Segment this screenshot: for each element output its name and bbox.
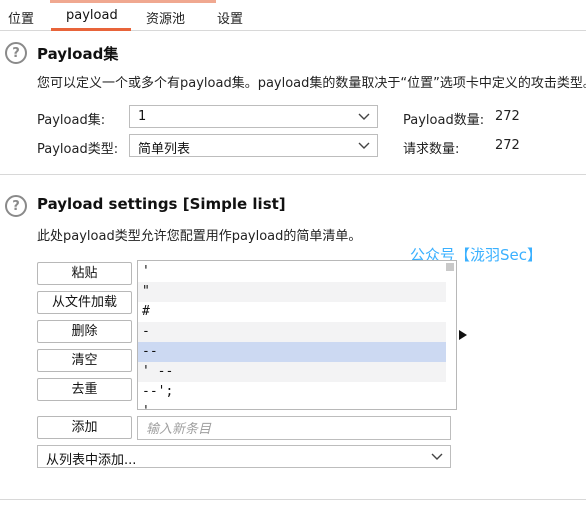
add-from-list-value: 从列表中添加... (46, 453, 137, 468)
arrow-right-icon[interactable] (459, 330, 467, 340)
chevron-down-icon (358, 113, 370, 120)
tab-positions[interactable]: 位置 (8, 8, 34, 27)
list-item[interactable]: ' (138, 402, 446, 409)
section-divider (0, 174, 586, 175)
load-from-file-button[interactable]: 从文件加载 (37, 291, 132, 314)
deduplicate-button[interactable]: 去重 (37, 378, 132, 401)
payload-set-value: 1 (138, 109, 147, 124)
list-item[interactable]: # (138, 302, 446, 322)
tab-bar: 位置 payload 资源池 设置 (0, 0, 586, 31)
payload-type-value: 简单列表 (138, 142, 191, 157)
list-item[interactable]: " (138, 282, 446, 302)
list-item[interactable]: ' (138, 262, 446, 282)
chevron-down-icon (358, 142, 370, 149)
scrollbar-thumb[interactable] (446, 263, 454, 271)
active-tab-indicator (51, 28, 131, 31)
add-from-list-select[interactable]: 从列表中添加... (37, 445, 451, 468)
payload-set-select[interactable]: 1 (129, 105, 378, 128)
payload-count-value: 272 (495, 109, 520, 124)
tab-accent-bar (50, 0, 216, 3)
payload-settings-title: Payload settings [Simple list] (37, 195, 286, 213)
help-icon[interactable]: ? (5, 42, 27, 64)
chevron-down-icon (431, 453, 443, 460)
section-divider (0, 499, 586, 500)
clear-button[interactable]: 清空 (37, 349, 132, 372)
payload-set-label: Payload集: (37, 113, 106, 128)
add-button[interactable]: 添加 (37, 416, 132, 439)
payload-type-select[interactable]: 简单列表 (129, 134, 378, 157)
payload-count-label: Payload数量: (403, 113, 485, 128)
payload-sets-description: 您可以定义一个或多个有payload集。payload集的数量取决于“位置”选项… (37, 76, 586, 91)
paste-button[interactable]: 粘贴 (37, 262, 132, 285)
list-item[interactable]: - (138, 322, 446, 342)
tab-resource-pool[interactable]: 资源池 (146, 8, 185, 27)
payload-settings-description: 此处payload类型允许您配置用作payload的简单清单。 (37, 229, 362, 244)
list-item[interactable]: ' -- (138, 362, 446, 382)
list-item-selected[interactable]: -- (138, 342, 446, 362)
remove-button[interactable]: 删除 (37, 320, 132, 343)
request-count-value: 272 (495, 138, 520, 153)
list-item[interactable]: --'; (138, 382, 446, 402)
payload-list[interactable]: ' " # - -- ' -- --'; ' (137, 260, 457, 410)
new-item-input[interactable] (137, 416, 451, 440)
request-count-label: 请求数量: (403, 142, 460, 157)
tab-payload[interactable]: payload (66, 8, 118, 23)
payload-type-label: Payload类型: (37, 142, 119, 157)
payload-sets-title: Payload集 (37, 45, 119, 63)
tab-settings[interactable]: 设置 (217, 8, 243, 27)
help-icon[interactable]: ? (5, 195, 27, 217)
